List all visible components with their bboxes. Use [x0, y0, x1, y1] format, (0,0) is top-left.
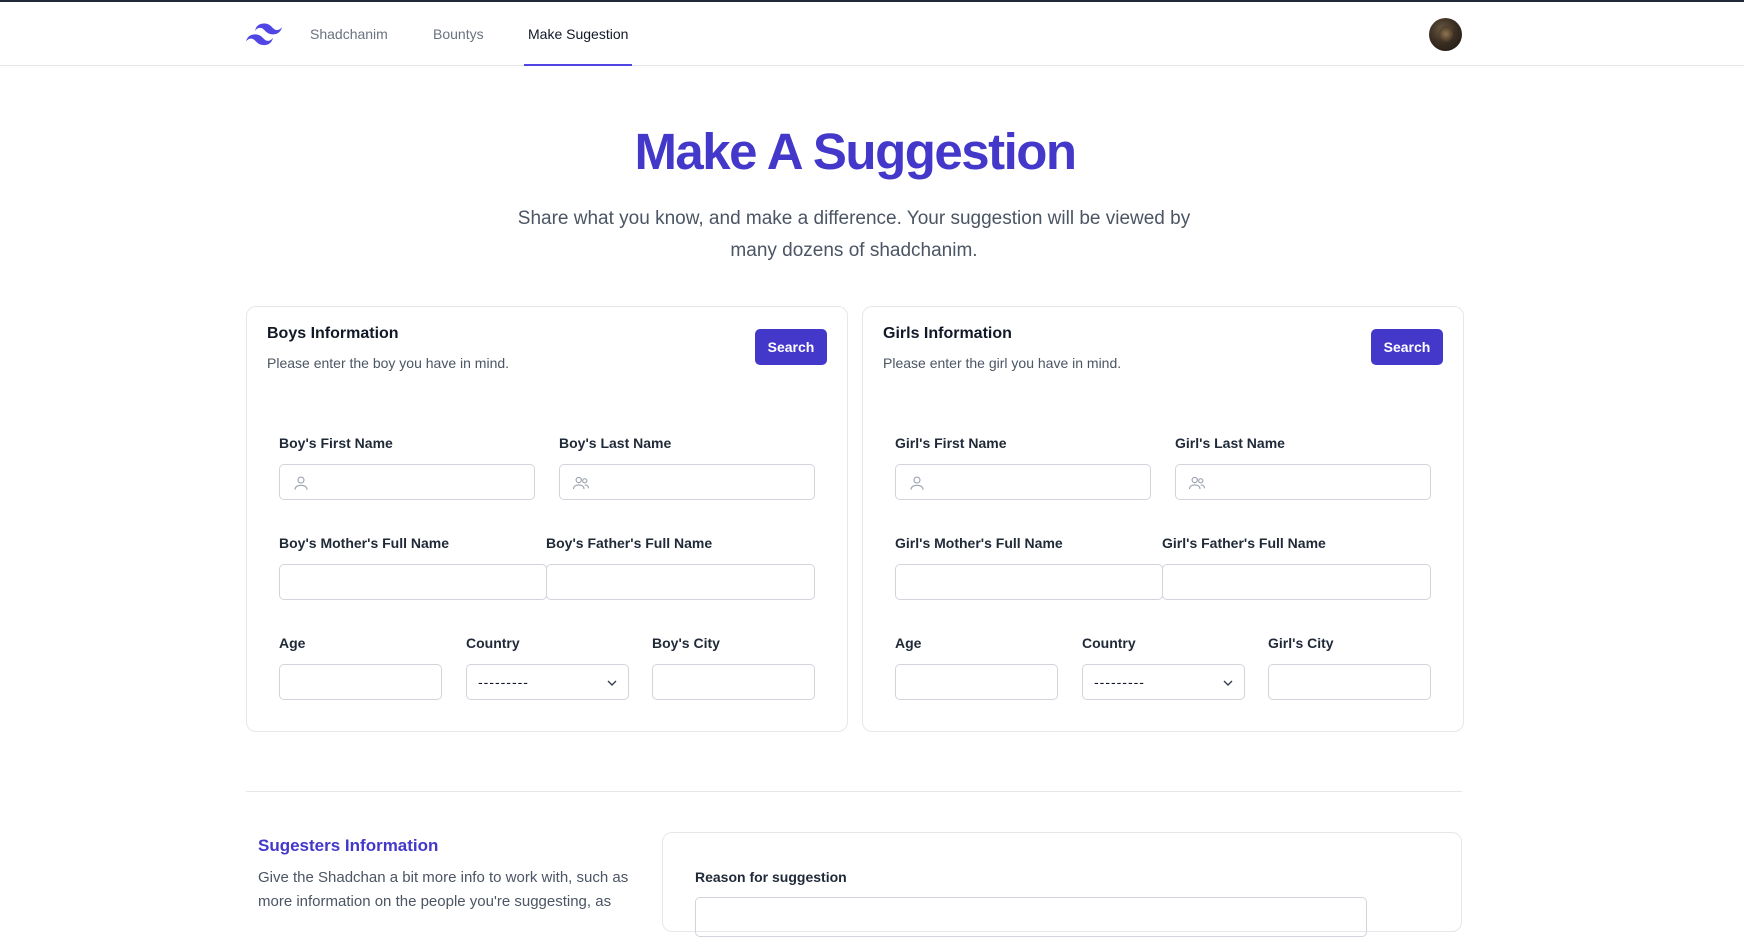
girl-father-label: Girl's Father's Full Name: [1162, 535, 1326, 551]
chevron-down-icon: [607, 680, 617, 686]
girl-age-label: Age: [895, 635, 922, 651]
nav-bountys[interactable]: Bountys: [433, 2, 484, 66]
boy-first-name-label: Boy's First Name: [279, 435, 393, 451]
girl-last-name-field[interactable]: [1175, 464, 1431, 500]
boy-country-select[interactable]: ---------: [466, 664, 629, 700]
nav-shadchanim[interactable]: Shadchanim: [310, 2, 388, 66]
suggester-section-description: Give the Shadchan a bit more info to wor…: [258, 869, 629, 910]
boy-first-name-field[interactable]: [279, 464, 535, 500]
boy-age-label: Age: [279, 635, 306, 651]
girl-first-name-field[interactable]: [895, 464, 1151, 500]
girl-city-field[interactable]: [1268, 664, 1431, 700]
user-icon: [294, 476, 308, 490]
user-icon: [910, 476, 924, 490]
girl-age-input[interactable]: [896, 665, 1057, 699]
reason-textarea[interactable]: [695, 897, 1367, 937]
boy-country-value: ---------: [478, 674, 529, 690]
girl-country-select[interactable]: ---------: [1082, 664, 1245, 700]
boys-information-card: Boys Information Please enter the boy yo…: [246, 306, 848, 732]
girl-city-label: Girl's City: [1268, 635, 1334, 651]
boy-first-name-input[interactable]: [280, 465, 534, 499]
boy-mother-label: Boy's Mother's Full Name: [279, 535, 450, 551]
boy-father-label: Boy's Father's Full Name: [546, 535, 713, 551]
boys-card-title: Boys Information: [267, 325, 399, 342]
reason-label: Reason for suggestion: [695, 869, 847, 885]
boy-city-input[interactable]: [653, 665, 814, 699]
suggester-section-title: Sugesters Information: [258, 836, 439, 855]
users-icon: [572, 476, 590, 490]
boy-father-input[interactable]: [547, 565, 814, 599]
girl-mother-label: Girl's Mother's Full Name: [895, 535, 1063, 551]
girl-city-input[interactable]: [1269, 665, 1430, 699]
girl-country-value: ---------: [1094, 674, 1145, 690]
page-subtitle: Share what you know, and make a differen…: [517, 208, 1191, 261]
boy-mother-input[interactable]: [280, 565, 546, 599]
girl-mother-field[interactable]: [895, 564, 1163, 600]
boy-age-field[interactable]: [279, 664, 442, 700]
boys-card-description: Please enter the boy you have in mind.: [267, 355, 510, 371]
girls-card-title: Girls Information: [883, 325, 1012, 342]
top-navigation: Shadchanim Bountys Make Sugestion: [0, 2, 1744, 66]
boy-country-label: Country: [466, 635, 520, 651]
girl-first-name-label: Girl's First Name: [895, 435, 1007, 451]
user-avatar[interactable]: [1429, 18, 1462, 51]
girl-father-field[interactable]: [1162, 564, 1431, 600]
boy-last-name-input[interactable]: [560, 465, 814, 499]
boy-father-field[interactable]: [546, 564, 815, 600]
nav-make-sugestion[interactable]: Make Sugestion: [524, 2, 633, 66]
boys-search-button[interactable]: Search: [755, 329, 827, 365]
users-icon: [1188, 476, 1206, 490]
girl-last-name-label: Girl's Last Name: [1175, 435, 1285, 451]
girl-country-label: Country: [1082, 635, 1136, 651]
girl-last-name-input[interactable]: [1176, 465, 1430, 499]
section-divider: [246, 791, 1462, 792]
girl-father-input[interactable]: [1163, 565, 1430, 599]
boy-last-name-label: Boy's Last Name: [559, 435, 672, 451]
girls-information-card: Girls Information Please enter the girl …: [862, 306, 1464, 732]
girls-card-description: Please enter the girl you have in mind.: [883, 355, 1122, 371]
girl-age-field[interactable]: [895, 664, 1058, 700]
boy-city-label: Boy's City: [652, 635, 720, 651]
page-title: Make A Suggestion: [634, 123, 1077, 180]
logo-icon[interactable]: [246, 22, 282, 46]
chevron-down-icon: [1223, 680, 1233, 686]
girl-first-name-input[interactable]: [896, 465, 1150, 499]
boy-city-field[interactable]: [652, 664, 815, 700]
boy-mother-field[interactable]: [279, 564, 547, 600]
girl-mother-input[interactable]: [896, 565, 1162, 599]
reason-card: Reason for suggestion: [662, 832, 1462, 937]
boy-age-input[interactable]: [280, 665, 441, 699]
girls-search-button[interactable]: Search: [1371, 329, 1443, 365]
boy-last-name-field[interactable]: [559, 464, 815, 500]
